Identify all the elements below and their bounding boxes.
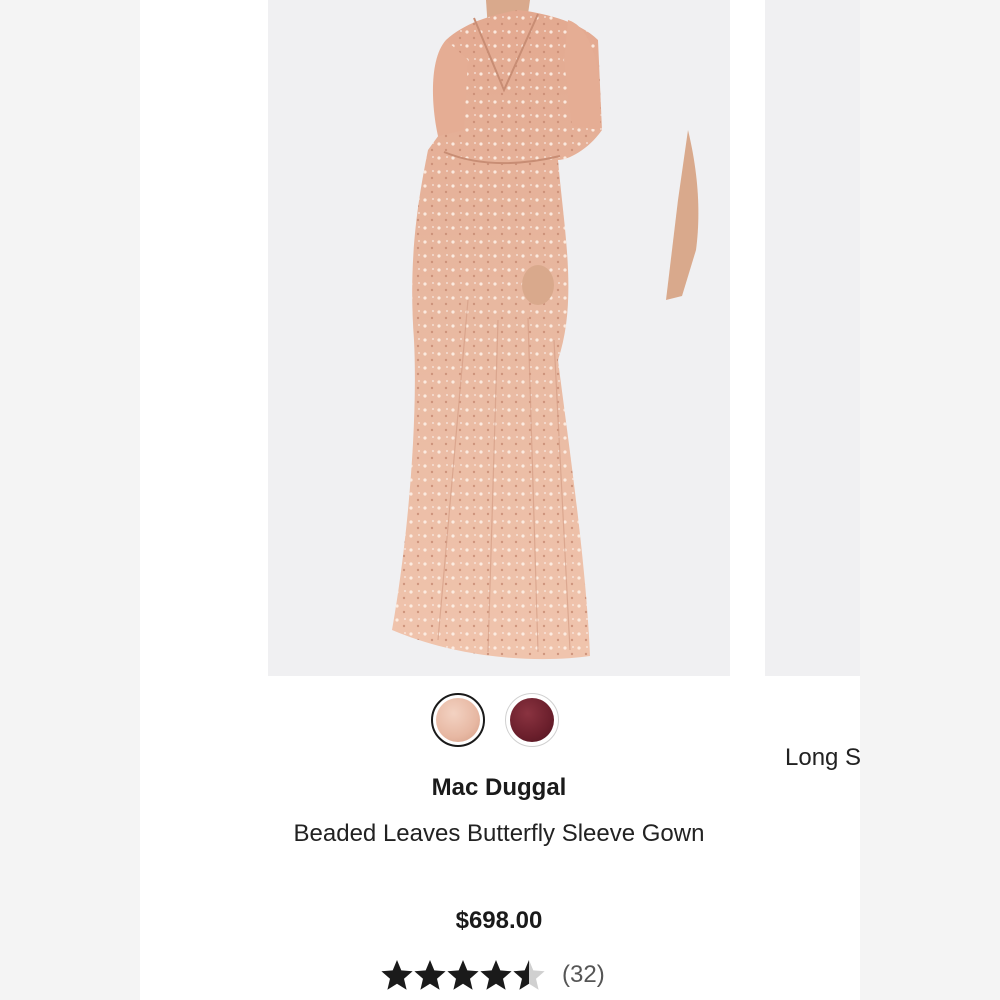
product-carousel: Long S Mac Duggal Beaded Leaves Butterfl… bbox=[140, 0, 860, 1000]
star-rating bbox=[380, 958, 548, 992]
swatch-burgundy[interactable] bbox=[505, 693, 559, 747]
gown-illustration bbox=[392, 0, 699, 660]
price: $698.00 bbox=[455, 907, 543, 934]
brand-name[interactable]: Mac Duggal bbox=[268, 774, 730, 802]
product-name[interactable]: Beaded Leaves Butterfly Sleeve Gown bbox=[268, 814, 730, 854]
swatch-burgundy-chip bbox=[510, 698, 554, 742]
review-count[interactable]: (32) bbox=[562, 961, 605, 989]
next-product-image[interactable] bbox=[765, 0, 860, 676]
swatch-blush[interactable] bbox=[431, 693, 485, 747]
stars-icon bbox=[381, 960, 545, 990]
product-image[interactable] bbox=[268, 0, 730, 676]
swatch-blush-chip bbox=[436, 698, 480, 742]
rating[interactable]: (32) bbox=[380, 955, 605, 995]
next-product-title[interactable]: Long S bbox=[785, 744, 860, 772]
color-swatches bbox=[431, 693, 571, 753]
